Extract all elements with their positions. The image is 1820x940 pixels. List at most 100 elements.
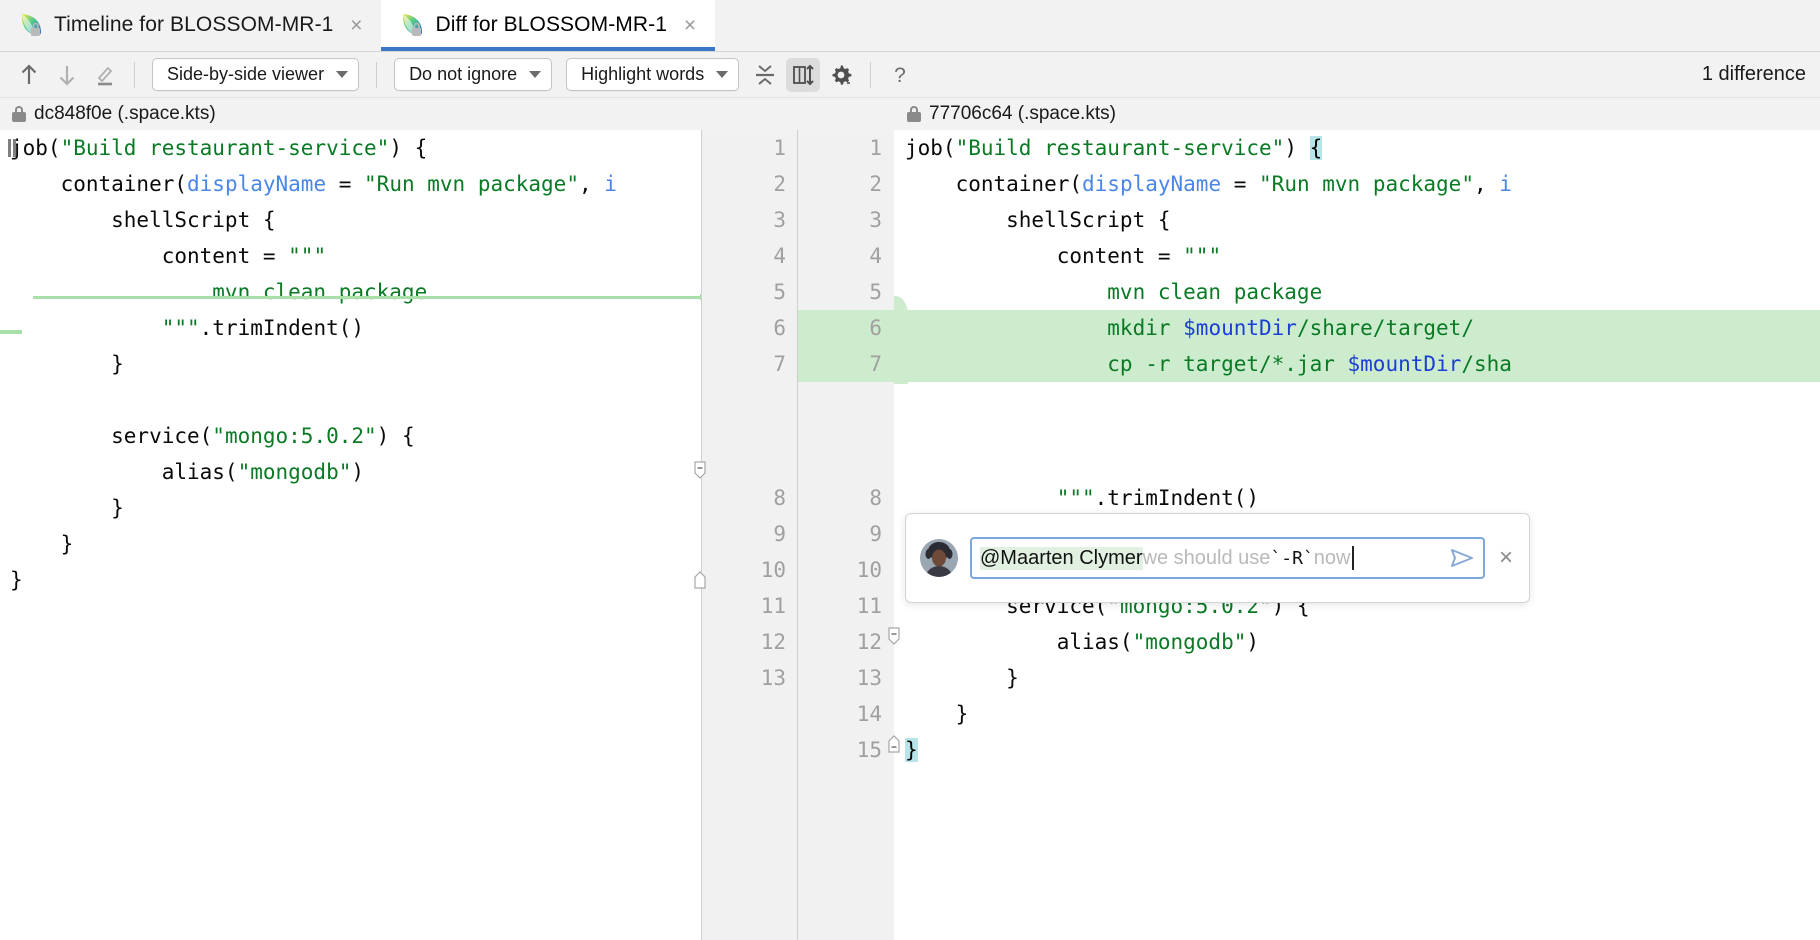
- code-line[interactable]: }: [0, 562, 700, 598]
- line-number: 11: [856, 594, 882, 618]
- line-number: 15: [856, 738, 882, 762]
- code-token: ) {: [376, 424, 415, 448]
- code-line[interactable]: container(displayName = "Run mvn package…: [895, 166, 1820, 202]
- gear-icon: [832, 64, 852, 85]
- code-line[interactable]: cp -r target/*.jar $mountDir/sha: [895, 346, 1820, 382]
- code-token: "mongodb": [237, 460, 352, 484]
- line-number: 13: [856, 666, 882, 690]
- code-token: job(: [10, 136, 61, 160]
- code-token: }: [10, 496, 124, 520]
- close-comment-icon[interactable]: ×: [1497, 546, 1515, 570]
- viewer-mode-select[interactable]: Side-by-side viewer: [152, 58, 360, 91]
- tab-diff[interactable]: Diff for BLOSSOM-MR-1 ×: [381, 0, 716, 51]
- code-token: $mountDir: [1183, 316, 1297, 340]
- code-line[interactable]: }: [0, 346, 700, 382]
- tab-timeline[interactable]: Timeline for BLOSSOM-MR-1 ×: [0, 0, 382, 51]
- svg-text:?: ?: [894, 64, 906, 87]
- code-line[interactable]: job("Build restaurant-service") {: [0, 130, 700, 166]
- synchronize-scroll-button[interactable]: [786, 57, 821, 92]
- line-number: 8: [773, 486, 786, 510]
- code-line[interactable]: content = """: [895, 238, 1820, 274]
- whitespace-mode-select[interactable]: Do not ignore: [394, 58, 553, 91]
- code-line[interactable]: alias("mongodb"): [895, 624, 1820, 660]
- synchronize-scroll-icon: [793, 64, 814, 85]
- code-line[interactable]: [0, 382, 700, 418]
- code-token: alias(: [905, 630, 1133, 654]
- code-line[interactable]: job("Build restaurant-service") {: [895, 130, 1820, 166]
- code-token: container(: [10, 172, 188, 196]
- code-token: content =: [905, 244, 1184, 268]
- code-token: mkdir: [905, 316, 1184, 340]
- code-token: "Build restaurant-service": [60, 136, 390, 160]
- code-line[interactable]: }: [895, 732, 1820, 768]
- code-token: /sha: [1461, 352, 1512, 376]
- code-line[interactable]: shellScript {: [0, 202, 700, 238]
- send-button[interactable]: [1439, 547, 1475, 569]
- code-line[interactable]: shellScript {: [895, 202, 1820, 238]
- code-line[interactable]: mvn clean package: [895, 274, 1820, 310]
- question-mark-icon: ?: [894, 64, 906, 87]
- tab-close-icon[interactable]: ×: [679, 14, 701, 36]
- code-token: "Run mvn package": [364, 172, 579, 196]
- right-file-header[interactable]: 77706c64 (.space.kts): [895, 98, 1820, 130]
- line-number: 12: [856, 630, 882, 654]
- modified-line-marker: [8, 139, 16, 157]
- code-line[interactable]: mkdir $mountDir/share/target/: [895, 310, 1820, 346]
- code-line[interactable]: """.trimIndent(): [0, 310, 700, 346]
- comment-text-after: now: [1313, 546, 1351, 569]
- arrow-down-icon: [59, 65, 75, 86]
- code-line[interactable]: }: [895, 696, 1820, 732]
- diff-toolbar: Side-by-side viewer Do not ignore Highli…: [0, 52, 1820, 98]
- line-number: 6: [798, 310, 894, 346]
- fold-handle-icon[interactable]: [692, 460, 708, 480]
- previous-difference-button[interactable]: [12, 58, 46, 92]
- toolbar-divider: [870, 61, 872, 88]
- toolbar-divider: [134, 61, 135, 88]
- comment-code-snippet: `-R`: [1270, 547, 1314, 569]
- chevron-down-icon: [336, 71, 349, 78]
- code-line[interactable]: container(displayName = "Run mvn package…: [0, 166, 700, 202]
- code-line[interactable]: }: [895, 660, 1820, 696]
- tab-close-icon[interactable]: ×: [345, 14, 367, 36]
- code-line[interactable]: }: [0, 490, 700, 526]
- inline-comment-popup[interactable]: @Maarten Clymer we should use `-R` now ×: [905, 513, 1530, 603]
- fold-handle-icon[interactable]: [692, 570, 708, 590]
- code-line[interactable]: service("mongo:5.0.2") {: [0, 418, 700, 454]
- left-file-header[interactable]: dc848f0e (.space.kts): [0, 98, 895, 130]
- next-difference-button[interactable]: [50, 58, 84, 92]
- lock-icon: [12, 106, 26, 122]
- code-token: """: [161, 316, 200, 340]
- annotate-button[interactable]: [88, 58, 122, 92]
- comment-input[interactable]: @Maarten Clymer we should use `-R` now: [970, 537, 1485, 579]
- code-token: shellScript {: [905, 208, 1171, 232]
- code-token: }: [905, 738, 918, 762]
- space-icon: [399, 12, 425, 38]
- code-token: """: [1183, 244, 1222, 268]
- code-line[interactable]: mvn clean package: [0, 274, 700, 310]
- toolbar-divider: [376, 61, 378, 88]
- code-line[interactable]: content = """: [0, 238, 700, 274]
- line-number: 10: [856, 558, 882, 582]
- diff-viewer-window: Timeline for BLOSSOM-MR-1 × Diff for BLO…: [0, 0, 1820, 940]
- code-token: /share/target/: [1296, 316, 1474, 340]
- code-token: {: [1309, 136, 1323, 160]
- code-line[interactable]: alias("mongodb"): [0, 454, 700, 490]
- highlight-mode-select[interactable]: Highlight words: [566, 58, 740, 91]
- help-button[interactable]: ?: [883, 58, 917, 92]
- code-token: ) {: [389, 136, 428, 160]
- code-line[interactable]: """.trimIndent(): [895, 480, 1820, 516]
- space-icon: [18, 12, 44, 38]
- collapse-unchanged-icon: [756, 64, 775, 85]
- code-token: displayName: [1082, 172, 1222, 196]
- code-token: .trimIndent(): [1094, 486, 1260, 510]
- collapse-unchanged-button[interactable]: [748, 58, 782, 92]
- settings-button[interactable]: [824, 58, 858, 92]
- diff-body: job("Build restaurant-service") { contai…: [0, 130, 1820, 940]
- code-line[interactable]: }: [0, 526, 700, 562]
- code-token: mvn clean package: [10, 280, 428, 304]
- left-code-pane[interactable]: job("Build restaurant-service") { contai…: [0, 130, 700, 940]
- code-token: """: [1056, 486, 1095, 510]
- comment-mention: @Maarten Clymer: [980, 546, 1143, 570]
- line-number: 12: [760, 630, 786, 654]
